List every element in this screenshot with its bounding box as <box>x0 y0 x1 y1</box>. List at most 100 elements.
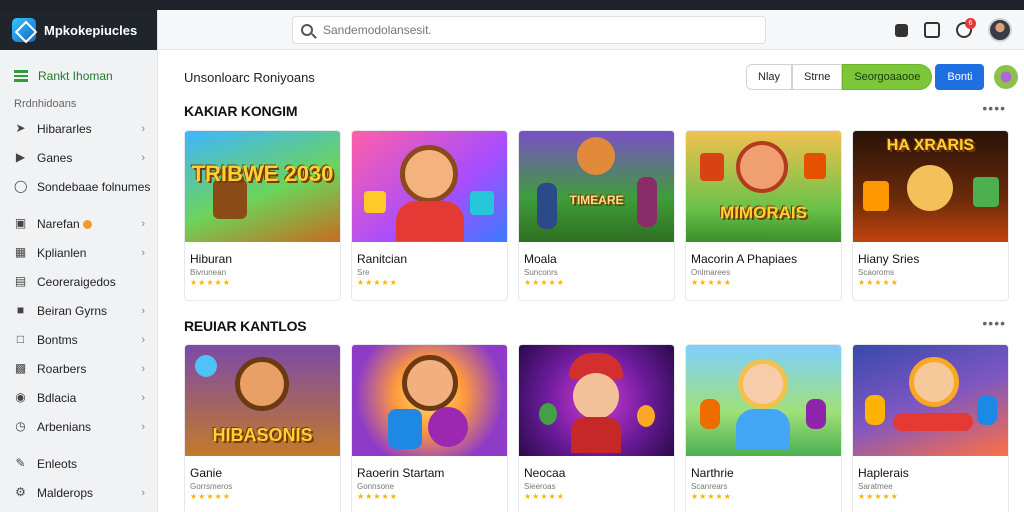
tab-store[interactable]: Strne <box>792 64 843 90</box>
chevron-right-icon: › <box>141 420 145 433</box>
folder-icon: ▤ <box>14 274 27 288</box>
tab-play[interactable]: Nlay <box>746 64 793 90</box>
game-subtitle: Saratmee <box>858 482 893 491</box>
game-thumbnail <box>352 131 507 242</box>
sidebar-item-label: Bdlacia <box>37 390 77 405</box>
thumbnail-title: HIBASONIS <box>212 425 313 445</box>
game-subtitle: Scanrears <box>691 482 728 491</box>
game-card[interactable]: Ranitcian Sre ★★★★★ <box>351 130 508 301</box>
section-title: KAKIAR KONGIM <box>184 103 298 119</box>
game-card[interactable]: TRIBWE 2030 Hiburan Bivrunean ★★★★★ <box>184 130 341 301</box>
sidebar-item-9[interactable]: ◉ Bdlacia › <box>0 383 157 412</box>
sidebar-item-label: Ganes <box>37 150 73 165</box>
sidebar-item-3[interactable]: ▣ Narefan › <box>0 209 157 238</box>
app-logo-icon <box>12 18 36 42</box>
character-body-icon <box>396 201 464 241</box>
sidebar-item-10[interactable]: ◷ Arbenians › <box>0 412 157 441</box>
game-subtitle: Onlmarees <box>691 268 731 277</box>
tab-bonus[interactable]: Bonti <box>935 64 985 90</box>
rocket-icon: ➤ <box>15 121 26 135</box>
character-icon <box>977 395 997 425</box>
game-card[interactable]: HIBASONIS Ganie Gorrsmeros ★★★★★ <box>184 344 341 512</box>
game-card[interactable]: Narthrie Scanrears ★★★★★ <box>685 344 842 512</box>
rating-stars: ★★★★★ <box>357 278 398 287</box>
game-grid: TRIBWE 2030 Hiburan Bivrunean ★★★★★ Rani… <box>184 130 1009 301</box>
balloon-icon <box>195 355 217 377</box>
filter-tabs: Nlay Strne Seorgoaaooe Bonti <box>746 64 1019 90</box>
more-options-icon[interactable]: •••• <box>982 315 1006 331</box>
card-icon <box>973 177 999 207</box>
page-title: Unsonloarc Roniyoans <box>184 70 315 85</box>
game-subtitle: Gonnsone <box>357 482 394 491</box>
game-card[interactable]: HA XRARIS Hiany Sries Scaoroms ★★★★★ <box>852 130 1009 301</box>
inbox-icon[interactable] <box>924 22 940 38</box>
rating-stars: ★★★★★ <box>691 278 732 287</box>
top-header: 6 <box>158 10 1024 50</box>
brand[interactable]: Mpkokepiucles <box>0 10 157 50</box>
game-thumbnail: MIMORAIS <box>686 131 841 242</box>
sidebar-item-label: Beiran Gyrns <box>37 303 108 318</box>
tab-categories[interactable]: Seorgoaaooe <box>842 64 933 90</box>
sidebar-item-label: Ceoreraigedos <box>37 274 116 289</box>
sidebar-item-11[interactable]: ✎ Enleots <box>0 449 157 478</box>
header-actions: 6 <box>895 18 1012 42</box>
status-dot-icon <box>82 219 92 229</box>
game-card[interactable]: TIMEARE Moala Sunconrs ★★★★★ <box>518 130 675 301</box>
clock-icon: ◷ <box>15 419 26 433</box>
game-card[interactable]: Haplerais Saratmee ★★★★★ <box>852 344 1009 512</box>
settings-icon: ⚙ <box>15 485 26 499</box>
character-body-icon <box>736 409 790 449</box>
game-title: Narthrie <box>691 466 734 480</box>
thumbnail-title: TRIBWE 2030 <box>191 161 334 186</box>
game-title: Macorin A Phapiaes <box>691 252 798 266</box>
sidebar-item-4[interactable]: ▦ Kplianlen › <box>0 238 157 267</box>
sidebar-item-7[interactable]: □ Bontms › <box>0 325 157 354</box>
sidebar-item-label: Kplianlen <box>37 245 87 260</box>
character-icon <box>736 141 788 193</box>
character-icon <box>402 355 458 411</box>
rating-stars: ★★★★★ <box>524 278 565 287</box>
game-card[interactable]: Raoerin Startam Gonnsone ★★★★★ <box>351 344 508 512</box>
chevron-right-icon: › <box>141 246 145 259</box>
sidebar-item-active[interactable]: Rankt Ihoman <box>0 60 157 92</box>
profile-badge-icon[interactable] <box>994 65 1019 89</box>
sidebar-item-1[interactable]: ▶ Ganes › <box>0 143 157 172</box>
game-thumbnail: HA XRARIS <box>853 131 1008 242</box>
more-options-icon[interactable]: •••• <box>982 100 1006 116</box>
sidebar-item-0[interactable]: ➤ Hibararles › <box>0 114 157 143</box>
game-thumbnail: TIMEARE <box>519 131 674 242</box>
game-grid: HIBASONIS Ganie Gorrsmeros ★★★★★ Raoerin… <box>184 344 1009 512</box>
sidebar-item-5[interactable]: ▤ Ceoreraigedos <box>0 267 157 296</box>
game-thumbnail <box>686 345 841 456</box>
box-icon: □ <box>16 332 25 346</box>
sidebar-item-2[interactable]: ◯ Sondebaae folnumes <box>0 172 157 201</box>
notification-icon[interactable]: 6 <box>956 18 976 38</box>
rating-stars: ★★★★★ <box>357 492 398 501</box>
game-subtitle: Gorrsmeros <box>190 482 233 491</box>
game-card[interactable]: Neocaa Sieeroas ★★★★★ <box>518 344 675 512</box>
sidebar-item-8[interactable]: ▩ Roarbers › <box>0 354 157 383</box>
cube-icon <box>470 191 494 215</box>
avatar[interactable] <box>988 18 1012 42</box>
search-input[interactable] <box>323 23 765 37</box>
chevron-right-icon: › <box>141 122 145 135</box>
rating-stars: ★★★★★ <box>190 278 231 287</box>
chevron-right-icon: › <box>141 151 145 164</box>
game-thumbnail: TRIBWE 2030 <box>185 131 340 242</box>
calendar-icon: ▦ <box>14 245 27 259</box>
character-icon <box>907 165 953 211</box>
game-subtitle: Sieeroas <box>524 482 556 491</box>
game-title: Ganie <box>190 466 223 480</box>
search-bar[interactable] <box>292 16 766 44</box>
character-body-icon <box>388 409 422 449</box>
sword-icon <box>893 413 973 431</box>
sidebar-item-6[interactable]: ■ Beiran Gyrns › <box>0 296 157 325</box>
game-subtitle: Scaoroms <box>858 268 895 277</box>
puzzle-icon[interactable] <box>895 23 908 37</box>
sidebar-item-text: Narefan <box>37 216 80 231</box>
character-icon <box>235 357 289 411</box>
chevron-right-icon: › <box>141 333 145 346</box>
game-card[interactable]: MIMORAIS Macorin A Phapiaes Onlmarees ★★… <box>685 130 842 301</box>
chevron-right-icon: › <box>141 217 145 230</box>
sidebar-item-12[interactable]: ⚙ Malderops › <box>0 478 157 507</box>
